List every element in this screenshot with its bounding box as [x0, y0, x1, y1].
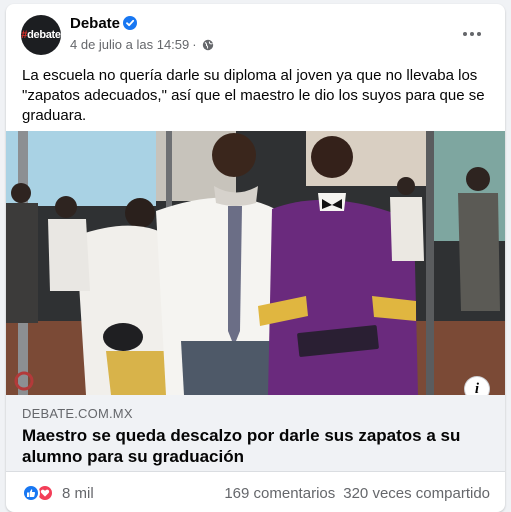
engagement-stats: 169 comentarios 320 veces compartido: [224, 485, 490, 502]
link-domain: DEBATE.COM.MX: [22, 406, 133, 421]
more-options-icon[interactable]: [458, 20, 486, 48]
link-headline[interactable]: Maestro se queda descalzo por darle sus …: [22, 425, 492, 467]
globe-icon[interactable]: [202, 39, 214, 51]
comments-count[interactable]: 169 comentarios: [224, 485, 335, 502]
page-name[interactable]: Debate: [70, 15, 120, 32]
reactions-summary[interactable]: 8 mil: [22, 484, 94, 502]
photo-scene: [6, 131, 505, 395]
link-preview[interactable]: DEBATE.COM.MX Maestro se queda descalzo …: [6, 395, 505, 472]
reactions-count: 8 mil: [62, 484, 94, 502]
post-meta: 4 de julio a las 14:59 ·: [70, 37, 214, 52]
page-avatar[interactable]: # debate: [21, 15, 61, 55]
post-photo[interactable]: [6, 131, 505, 395]
post-timestamp[interactable]: 4 de julio a las 14:59: [70, 37, 189, 52]
meta-separator: ·: [192, 37, 197, 52]
like-icon: [22, 484, 40, 502]
post-header: # debate Debate 4 de julio a las 14:59 ·: [6, 4, 505, 62]
post-text: La escuela no quería darle su diploma al…: [22, 67, 485, 124]
shares-count[interactable]: 320 veces compartido: [343, 485, 490, 502]
post-card: # debate Debate 4 de julio a las 14:59 · …: [6, 4, 505, 512]
verified-badge-icon: [123, 16, 137, 30]
engagement-bar: 8 mil 169 comentarios 320 veces comparti…: [6, 472, 505, 512]
avatar-text: debate: [27, 29, 61, 41]
